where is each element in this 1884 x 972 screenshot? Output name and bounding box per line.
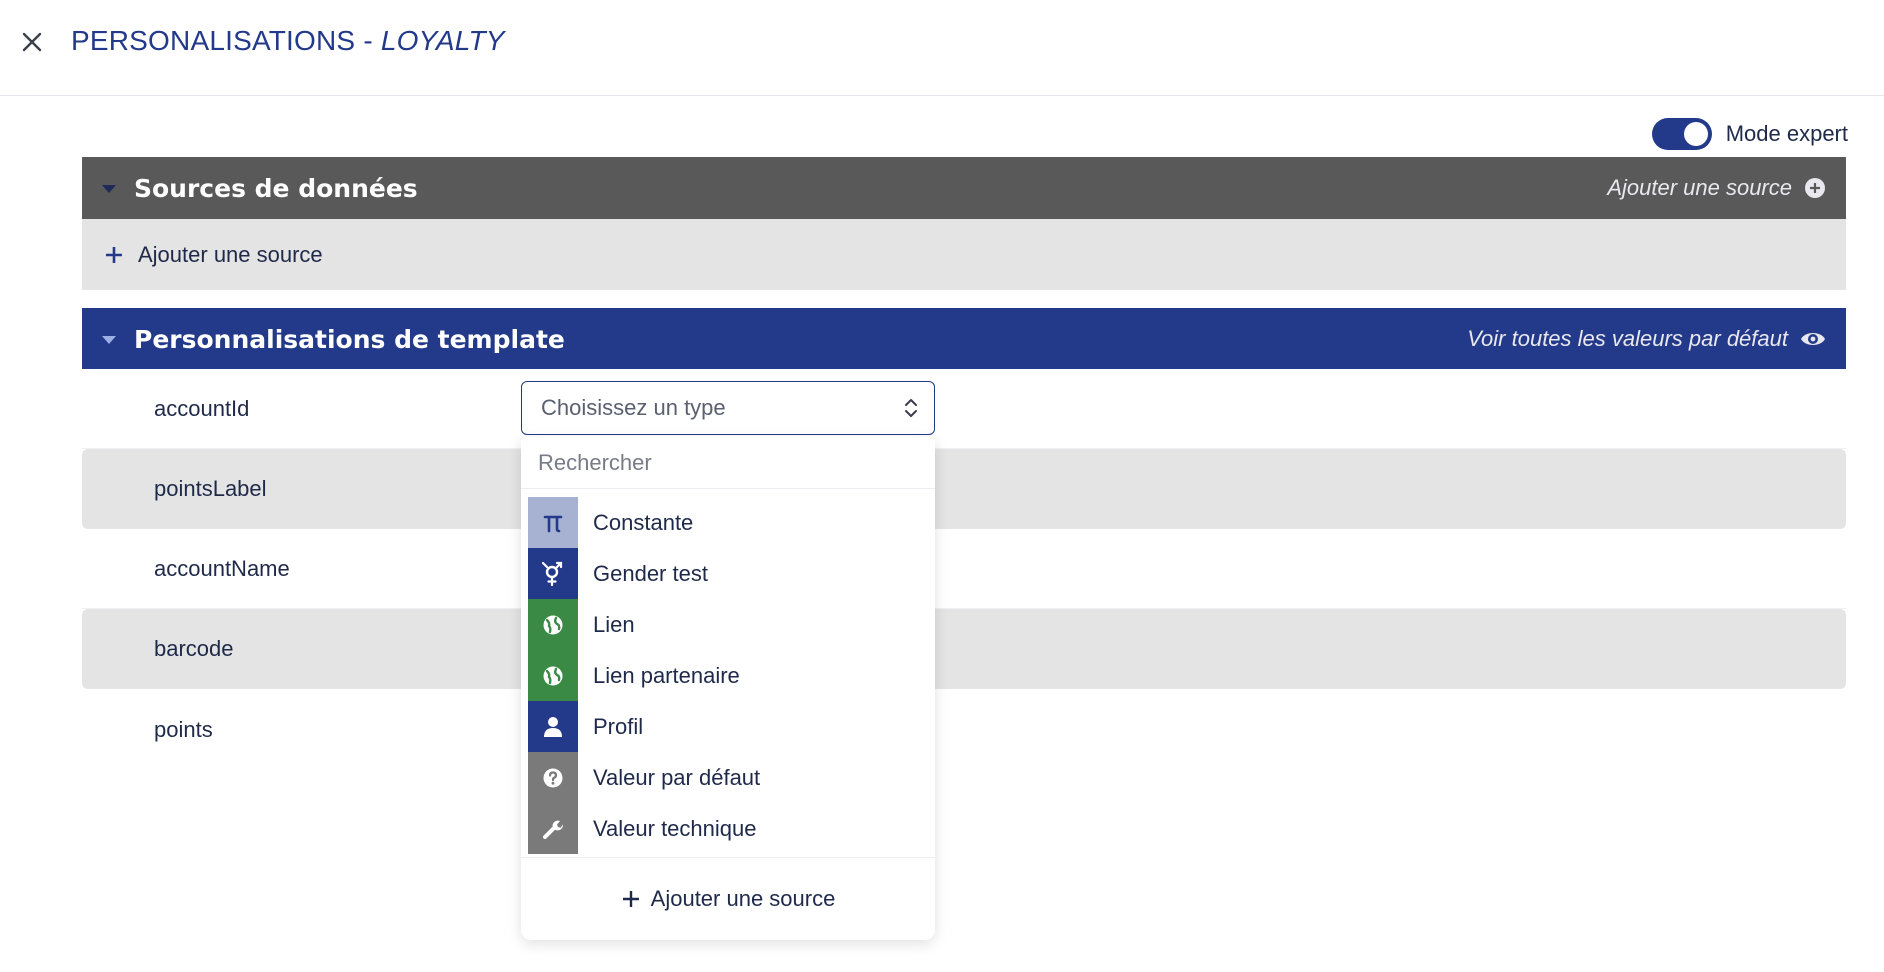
pi-icon: [528, 497, 578, 548]
wrench-icon: [528, 803, 578, 854]
eye-icon: [1801, 333, 1825, 345]
page-title-campaign: LOYALTY: [380, 25, 505, 56]
plus-circle-icon: [1805, 178, 1825, 198]
sources-section-header[interactable]: Sources de données Ajouter une source: [82, 157, 1846, 219]
add-source-header-button[interactable]: Ajouter une source: [1607, 175, 1826, 201]
field-row-accountId: accountId: [82, 369, 1846, 449]
type-select-placeholder: Choisissez un type: [541, 395, 726, 420]
sources-section-title: Sources de données: [134, 173, 418, 203]
expert-mode: Mode expert: [1651, 118, 1848, 150]
option-lien[interactable]: Lien: [528, 599, 928, 650]
expert-mode-label: Mode expert: [1725, 121, 1848, 146]
dropdown-add-source-label: Ajouter une source: [650, 886, 836, 911]
option-gender-test[interactable]: Gender test: [528, 548, 928, 599]
field-label: points: [154, 717, 213, 742]
globe-icon: [528, 599, 578, 650]
close-icon[interactable]: [14, 24, 50, 60]
dropdown-add-source-button[interactable]: Ajouter une source: [521, 857, 935, 940]
gender-icon: [528, 548, 578, 599]
plus-icon: [622, 891, 639, 907]
option-valeur-technique[interactable]: Valeur technique: [528, 803, 928, 854]
option-label: Valeur technique: [593, 815, 757, 841]
field-row-accountName: accountName: [82, 529, 1846, 609]
option-label: Lien: [593, 611, 635, 637]
option-label: Valeur par défaut: [593, 764, 761, 790]
field-row-pointsLabel: pointsLabel: [82, 449, 1846, 529]
option-label: Gender test: [593, 560, 708, 586]
type-search-input[interactable]: [521, 437, 935, 489]
field-label: accountName: [154, 555, 290, 581]
plus-icon: [106, 246, 122, 263]
page-title-main: PERSONALISATIONS: [71, 25, 356, 56]
field-label: accountId: [154, 395, 250, 421]
option-valeur-par-defaut[interactable]: Valeur par défaut: [528, 752, 928, 803]
template-section-title: Personnalisations de template: [134, 324, 565, 354]
field-row-barcode: barcode: [82, 609, 1846, 689]
show-defaults-label: Voir toutes les valeurs par défaut: [1467, 326, 1788, 351]
add-source-row[interactable]: Ajouter une source: [82, 219, 1846, 290]
field-row-points: points: [82, 690, 1846, 770]
page-title: PERSONALISATIONS - LOYALTY: [71, 25, 505, 57]
option-label: Profil: [593, 713, 644, 739]
caret-down-icon: [102, 185, 116, 193]
option-profil[interactable]: Profil: [528, 701, 928, 752]
toggle-knob: [1683, 122, 1708, 146]
person-icon: [528, 701, 578, 752]
field-label: barcode: [154, 636, 234, 661]
page-title-separator: -: [363, 25, 373, 56]
expert-mode-toggle[interactable]: [1651, 118, 1712, 150]
show-defaults-button[interactable]: Voir toutes les valeurs par défaut: [1467, 326, 1826, 352]
template-section-header[interactable]: Personnalisations de template Voir toute…: [82, 308, 1846, 370]
question-circle-icon: [528, 752, 578, 803]
option-constante[interactable]: Constante: [528, 497, 928, 548]
select-arrows-icon: [905, 399, 917, 417]
top-bar: PERSONALISATIONS - LOYALTY: [0, 0, 1884, 96]
option-lien-partenaire[interactable]: Lien partenaire: [528, 650, 928, 701]
globe-icon: [528, 650, 578, 701]
caret-down-icon: [102, 336, 116, 344]
add-source-label: Ajouter une source: [138, 241, 323, 267]
field-label: pointsLabel: [154, 476, 267, 501]
option-label: Lien partenaire: [593, 662, 740, 688]
type-dropdown: Constante Gender test Lien Lien partenai…: [521, 437, 935, 940]
add-source-header-label: Ajouter une source: [1607, 175, 1792, 200]
option-label: Constante: [593, 509, 694, 535]
type-select[interactable]: Choisissez un type: [521, 381, 935, 435]
